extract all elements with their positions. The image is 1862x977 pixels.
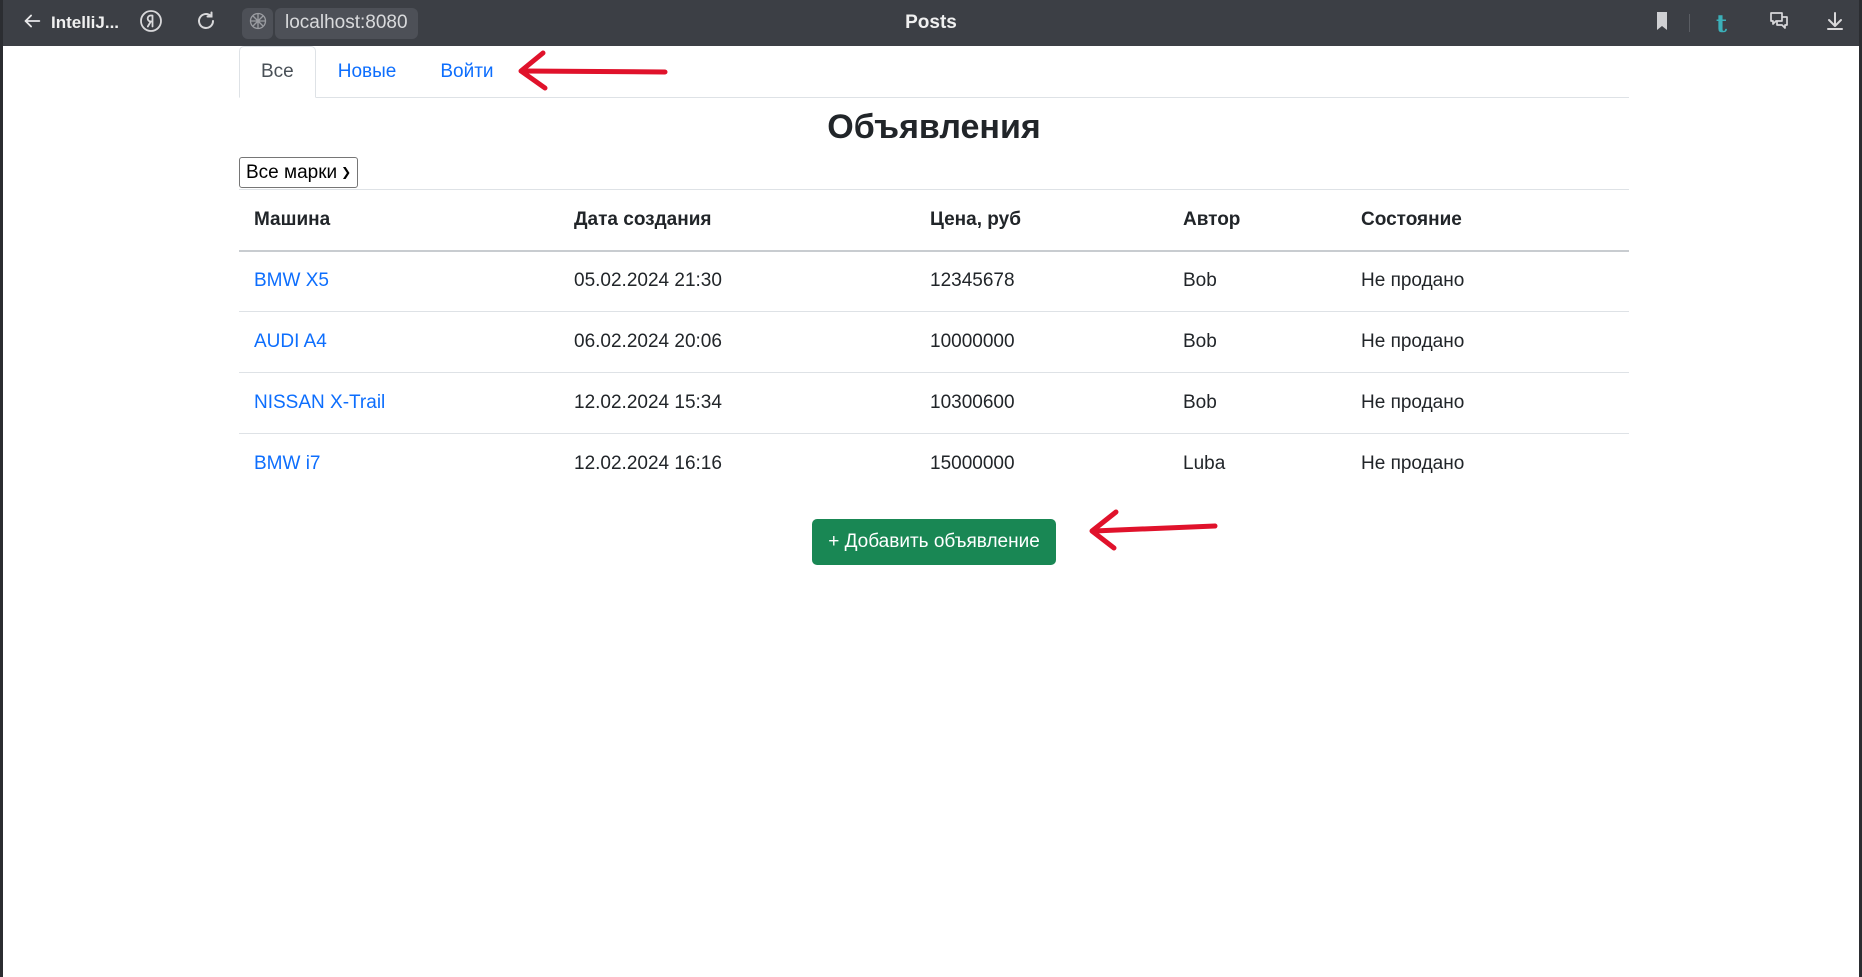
add-post-button[interactable]: + Добавить объявление: [812, 518, 1056, 565]
tab-all[interactable]: Все: [239, 46, 316, 98]
brand-filter-select[interactable]: Все марки ❯: [239, 157, 359, 188]
reload-icon: [194, 9, 218, 38]
column-header-car: Машина: [239, 189, 559, 252]
site-security-icon: [248, 11, 268, 36]
price-cell: 10300600: [915, 372, 1168, 434]
chat-button[interactable]: [1767, 0, 1791, 46]
annotation-arrow-login: [518, 50, 668, 91]
download-icon: [1823, 9, 1847, 38]
author-cell: Bob: [1168, 372, 1346, 434]
column-header-status: Состояние: [1346, 189, 1629, 252]
column-header-author: Автор: [1168, 189, 1346, 252]
created-cell: 06.02.2024 20:06: [559, 311, 915, 373]
site-info-button[interactable]: [242, 0, 273, 46]
table-row: BMW X5 05.02.2024 21:30 12345678 Bob Не …: [239, 250, 1629, 312]
table-row: BMW i7 12.02.2024 16:16 15000000 Luba Не…: [239, 434, 1629, 495]
car-cell: NISSAN X-Trail: [239, 372, 559, 434]
price-cell: 10000000: [915, 311, 1168, 373]
status-cell: Не продано: [1346, 372, 1629, 434]
author-cell: Bob: [1168, 250, 1346, 312]
back-button[interactable]: IntelliJ...: [21, 0, 119, 46]
author-cell: Luba: [1183, 453, 1226, 475]
back-button-label: IntelliJ...: [51, 13, 120, 32]
brand-filter-value: Все марки: [246, 162, 338, 183]
nav-tabs: Все Новые Войти: [239, 46, 1629, 98]
annotation-arrow-add: [1089, 509, 1218, 551]
status-cell: Не продано: [1346, 311, 1629, 373]
chat-icon: [1767, 9, 1791, 38]
bookmark-icon: [1650, 9, 1674, 38]
address-bar[interactable]: localhost:8080: [275, 0, 418, 46]
add-post-container: + Добавить объявление: [239, 518, 1629, 565]
tab-new[interactable]: Новые: [316, 46, 419, 98]
status-cell: Не продано: [1346, 250, 1629, 312]
page-content: Все Новые Войти Объявления Все марки ❯ Ма…: [239, 46, 1629, 565]
table-row: AUDI A4 06.02.2024 20:06 10000000 Bob Не…: [239, 311, 1629, 373]
yandex-icon: [139, 9, 163, 38]
created-cell: 12.02.2024 15:34: [559, 372, 915, 434]
status-cell: Не продано: [1361, 453, 1465, 475]
page-title: Объявления: [827, 108, 1041, 146]
table-header-row: Машина Дата создания Цена, руб Автор Сос…: [239, 189, 1629, 252]
price-cell: 12345678: [915, 250, 1168, 312]
created-cell: 05.02.2024 21:30: [559, 250, 915, 312]
column-header-date: Дата создания: [559, 189, 915, 252]
bookmark-button[interactable]: [1650, 0, 1674, 46]
table-row: NISSAN X-Trail 12.02.2024 15:34 10300600…: [239, 372, 1629, 434]
car-link[interactable]: NISSAN X-Trail: [254, 392, 385, 413]
chevron-down-icon: ❯: [341, 165, 352, 179]
browser-toolbar: IntelliJ... localhost:8080 Posts t: [3, 0, 1859, 46]
car-cell: BMW i7: [239, 434, 559, 495]
toolbar-divider: [1689, 14, 1690, 32]
back-arrow-icon: [21, 10, 43, 37]
car-cell: BMW X5: [239, 250, 559, 312]
column-header-price: Цена, руб: [915, 189, 1168, 252]
author-cell: Bob: [1168, 311, 1346, 373]
extension-button[interactable]: t: [1716, 0, 1727, 46]
posts-table: Машина Дата создания Цена, руб Автор Сос…: [239, 189, 1629, 495]
downloads-button[interactable]: [1823, 0, 1847, 46]
tab-login[interactable]: Войти: [418, 46, 515, 98]
car-link[interactable]: BMW X5: [254, 270, 329, 291]
browser-window: IntelliJ... localhost:8080 Posts t Все Н…: [0, 0, 1862, 977]
address-text[interactable]: localhost:8080: [275, 7, 418, 39]
reload-button[interactable]: [194, 0, 218, 46]
car-link[interactable]: BMW i7: [254, 453, 321, 474]
price-cell: 15000000: [930, 453, 1015, 475]
extension-t-icon: t: [1716, 8, 1728, 38]
created-cell: 12.02.2024 16:16: [574, 453, 722, 475]
car-link[interactable]: AUDI A4: [254, 331, 327, 352]
yandex-button[interactable]: [139, 0, 163, 46]
car-cell: AUDI A4: [239, 311, 559, 373]
